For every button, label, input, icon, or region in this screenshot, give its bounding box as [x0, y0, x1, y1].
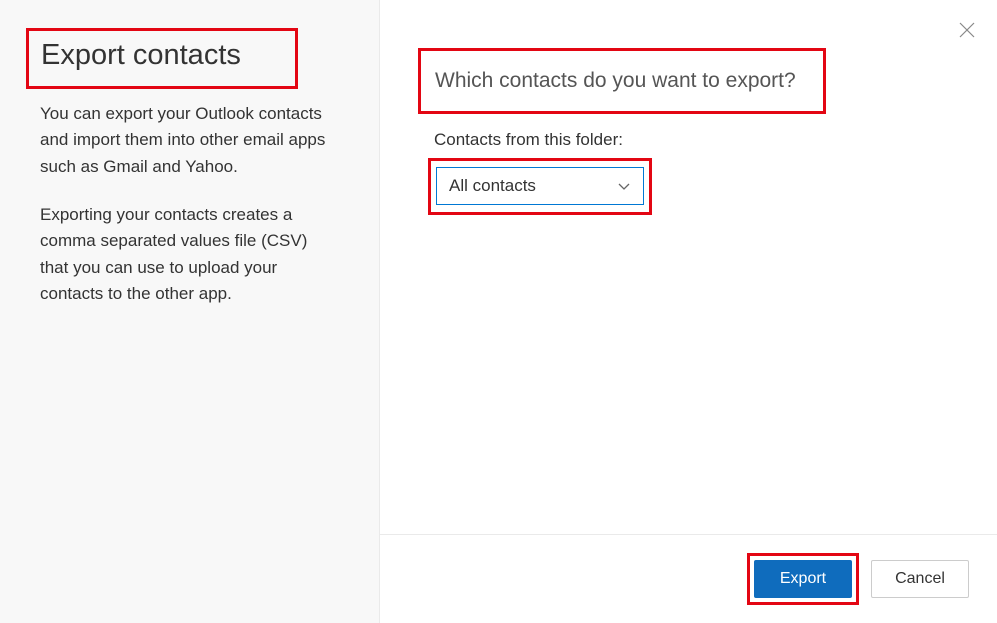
dialog-title: Export contacts	[41, 39, 283, 72]
folder-label: Contacts from this folder:	[434, 130, 943, 150]
dropdown-highlight: All contacts	[428, 158, 652, 215]
question-highlight: Which contacts do you want to export?	[418, 48, 826, 114]
dialog-footer: Export Cancel	[380, 534, 997, 623]
chevron-down-icon	[617, 179, 631, 193]
dropdown-value: All contacts	[449, 176, 536, 196]
question-text: Which contacts do you want to export?	[435, 69, 809, 93]
dialog-main: Which contacts do you want to export? Co…	[380, 0, 997, 623]
export-contacts-dialog: Export contacts You can export your Outl…	[0, 0, 997, 623]
dialog-sidebar: Export contacts You can export your Outl…	[0, 0, 380, 623]
folder-dropdown[interactable]: All contacts	[436, 167, 644, 205]
dialog-content: Which contacts do you want to export? Co…	[380, 0, 997, 534]
cancel-button[interactable]: Cancel	[871, 560, 969, 598]
description-2: Exporting your contacts creates a comma …	[40, 202, 339, 307]
close-icon	[959, 22, 975, 38]
export-highlight: Export	[747, 553, 859, 605]
description-1: You can export your Outlook contacts and…	[40, 101, 339, 180]
title-highlight: Export contacts	[26, 28, 298, 89]
export-button[interactable]: Export	[754, 560, 852, 598]
close-button[interactable]	[955, 18, 979, 42]
